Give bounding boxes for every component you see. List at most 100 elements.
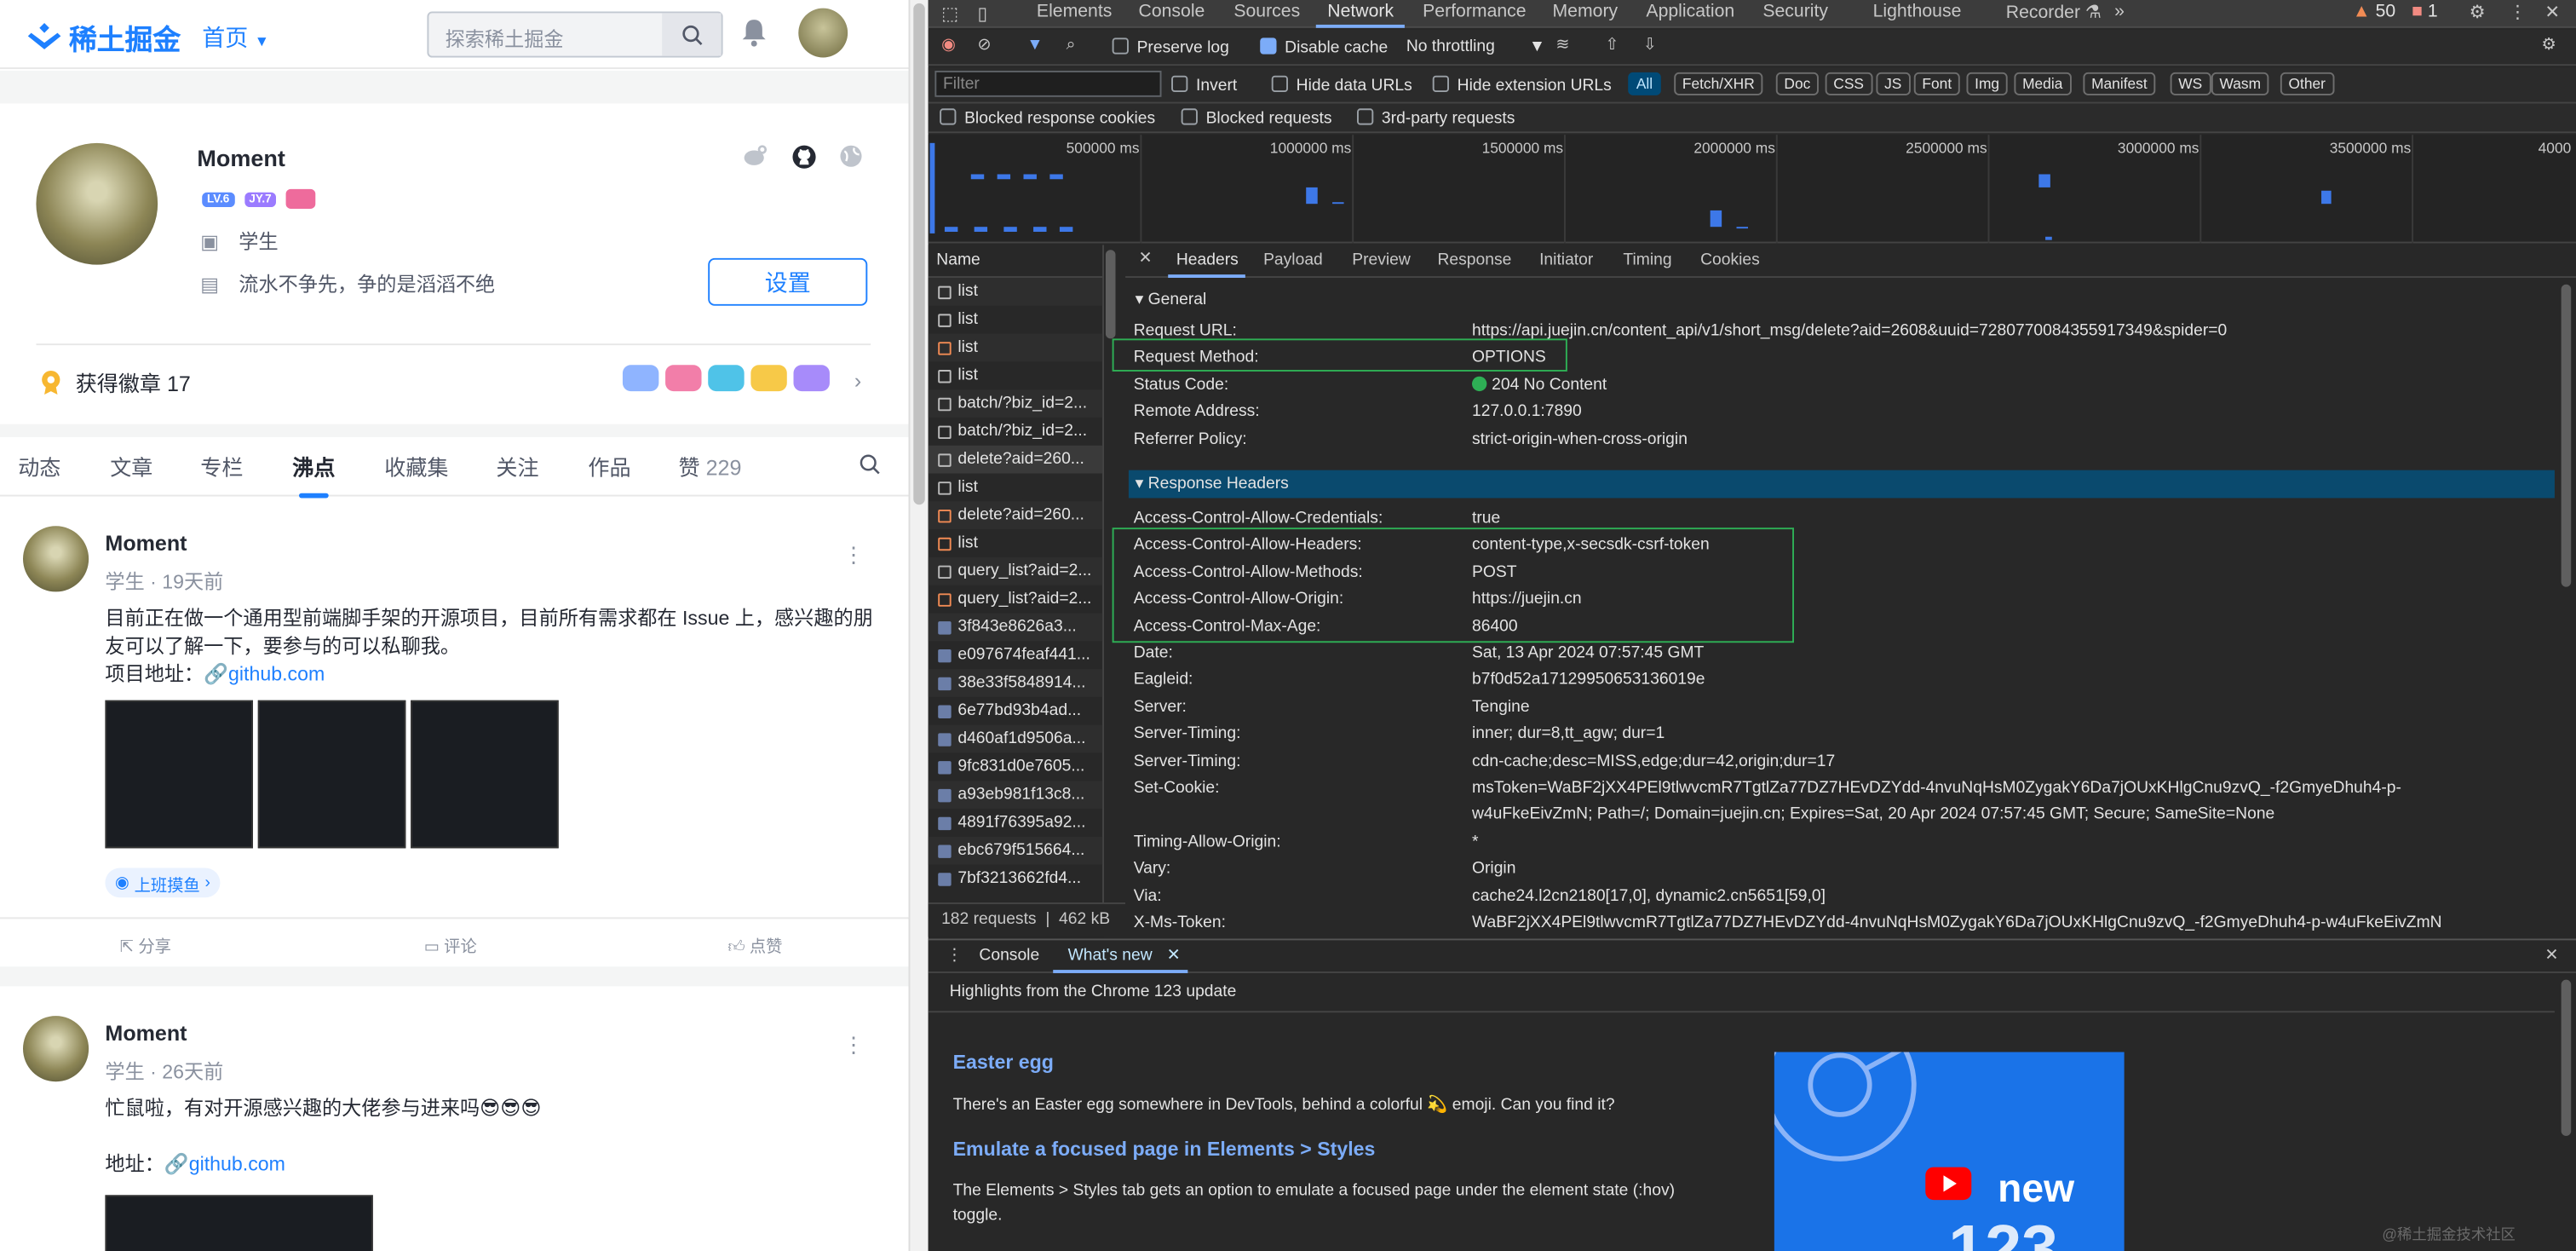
type-filter-other[interactable]: Other [2280,72,2334,95]
type-filter-doc[interactable]: Doc [1775,72,1819,95]
whats-new-heading[interactable]: Easter egg [953,1051,1054,1074]
type-filter-img[interactable]: Img [1966,72,2008,95]
tab-columns[interactable]: 专栏 [200,451,243,482]
request-row[interactable]: 4891f76395a92... [929,809,1102,837]
type-filter-all[interactable]: All [1628,72,1661,95]
post-image[interactable] [411,700,559,849]
header-value[interactable]: Origin [1472,860,1515,878]
header-value[interactable]: * [1472,833,1479,851]
type-filter-css[interactable]: CSS [1825,72,1872,95]
settings-button[interactable]: 设置 [708,257,868,306]
request-row[interactable]: list [928,333,1103,362]
tab-following[interactable]: 关注 [496,451,538,482]
weibo-icon[interactable] [743,145,769,168]
blocked-requests-checkbox[interactable]: Blocked requests [1181,108,1332,128]
close-tab-icon[interactable]: ✕ [1167,947,1181,965]
network-conditions-icon[interactable]: ≋ [1555,36,1569,54]
search-icon[interactable] [860,453,881,475]
website-globe-icon[interactable] [839,145,862,168]
request-row[interactable]: a93eb981f13c8... [928,781,1103,810]
request-row[interactable]: list [928,277,1103,306]
tab-timing[interactable]: Timing [1623,251,1671,269]
request-row[interactable]: e097674feaf441... [929,641,1102,669]
settings-gear-icon[interactable]: ⚙ [2470,2,2486,23]
tab-performance[interactable]: Performance [1423,2,1526,21]
request-row[interactable]: 3f843e8626a3... [928,613,1103,642]
post-author[interactable]: Moment [105,1021,187,1046]
request-row[interactable]: 38e33f5848914... [928,669,1103,697]
tab-initiator[interactable]: Initiator [1539,251,1593,269]
device-toolbar-icon[interactable]: ▯ [977,3,987,25]
detail-scrollbar[interactable] [2561,284,2572,587]
response-headers-section-header[interactable]: ▾ Response Headers [1128,470,2555,499]
warnings-count[interactable]: ▲ 50 [2353,2,2396,21]
type-filter-font[interactable]: Font [1913,72,1960,95]
network-overview-timeline[interactable]: 500000 ms 1000000 ms 1500000 ms 2000000 … [928,135,2576,244]
tab-elements[interactable]: Elements [1037,2,1112,21]
share-button[interactable]: ⇱ 分享 [120,932,171,956]
header-value[interactable]: b7f0d52a17129950653136019e [1472,672,1705,689]
close-detail-icon[interactable]: ✕ [1138,250,1152,268]
request-row[interactable]: list [929,529,1102,557]
header-value[interactable]: inner; dur=8,tt_agw; dur=1 [1472,725,1665,743]
tab-memory[interactable]: Memory [1552,2,1618,21]
request-list-scrollbar[interactable] [1105,250,1116,339]
header-value[interactable]: cdn-cache;desc=MISS,edge;dur=42,origin;d… [1472,752,1835,770]
like-button[interactable]: 👍︎ 点赞 [727,932,782,956]
request-row[interactable]: list [929,306,1102,334]
tab-pins[interactable]: 沸点 [292,451,335,499]
post-avatar[interactable] [22,526,89,592]
drawer-scrollbar[interactable] [2561,979,2572,1136]
type-filter-media[interactable]: Media [2014,72,2071,95]
type-filter-ws[interactable]: WS [2170,72,2211,95]
header-value[interactable]: msToken=WaBF2jXX4PEl9tlwvcmR7TgtlZa77DZ7… [1472,779,2401,797]
hide-data-urls-checkbox[interactable]: Hide data URLs [1271,75,1412,95]
header-value[interactable]: https://api.juejin.cn/content_api/v1/sho… [1472,322,2227,340]
tab-lighthouse[interactable]: Lighthouse [1873,2,1962,21]
page-scrollbar[interactable] [908,0,929,1251]
header-value[interactable]: Sat, 13 Apr 2024 07:57:45 GMT [1472,644,1704,662]
level-badge[interactable]: LV.6 [202,191,235,207]
github-link[interactable]: 🔗github.com [204,662,325,685]
search-icon[interactable]: ⌕ [1067,36,1076,54]
whats-new-video-thumbnail[interactable]: new 123 [1774,1052,2125,1251]
request-row[interactable]: list [929,361,1102,389]
kebab-menu-icon[interactable]: ⋮ [2509,2,2527,23]
header-value[interactable]: true [1472,510,1500,527]
request-row[interactable]: query_list?aid=2... [929,585,1102,614]
whats-new-heading[interactable]: Emulate a focused page in Elements > Sty… [953,1138,1376,1161]
clear-icon[interactable]: ⊘ [977,36,991,54]
header-value[interactable]: Tengine [1472,698,1530,716]
tab-network[interactable]: Network [1327,2,1394,21]
request-row[interactable]: query_list?aid=2... [928,556,1103,585]
invert-checkbox[interactable]: Invert [1171,75,1237,95]
close-drawer-icon[interactable]: ✕ [2544,947,2558,965]
header-value[interactable]: WaBF2jXX4PEl9tlwvcmR7TgtlZa77DZ7HEvDZYdd… [1472,914,2442,932]
header-value[interactable]: strict-origin-when-cross-origin [1472,430,1688,448]
post-image[interactable] [257,700,406,849]
request-row[interactable]: 6e77bd93b4ad... [929,697,1102,725]
tab-console[interactable]: Console [1138,2,1205,21]
request-row[interactable]: d460af1d9506a... [928,724,1103,753]
filter-icon[interactable]: ▼ [1026,36,1043,54]
github-icon[interactable] [792,145,817,170]
post-image[interactable] [105,700,253,849]
comment-button[interactable]: ▭ 评论 [424,932,477,956]
disable-cache-checkbox[interactable]: Disable cache [1260,37,1388,58]
type-filter-wasm[interactable]: Wasm [2211,72,2269,95]
hide-extension-urls-checkbox[interactable]: Hide extension URLs [1432,75,1612,95]
tab-console-drawer[interactable]: Console [979,947,1039,965]
tab-works[interactable]: 作品 [588,451,630,482]
post-avatar[interactable] [22,1016,89,1082]
inspect-element-icon[interactable]: ⬚ [941,3,958,25]
drawer-menu-icon[interactable]: ⋮ [946,947,963,965]
tab-activity[interactable]: 动态 [18,451,60,482]
tab-payload[interactable]: Payload [1263,251,1323,269]
post-image[interactable] [105,1195,373,1251]
tab-articles[interactable]: 文章 [110,451,152,482]
tab-preview[interactable]: Preview [1352,251,1411,269]
type-filter-manifest[interactable]: Manifest [2083,72,2156,95]
tab-likes[interactable]: 赞 229 [678,451,741,482]
tab-recorder[interactable]: Recorder ⚗ [2006,2,2102,23]
tab-cookies[interactable]: Cookies [1700,251,1760,269]
